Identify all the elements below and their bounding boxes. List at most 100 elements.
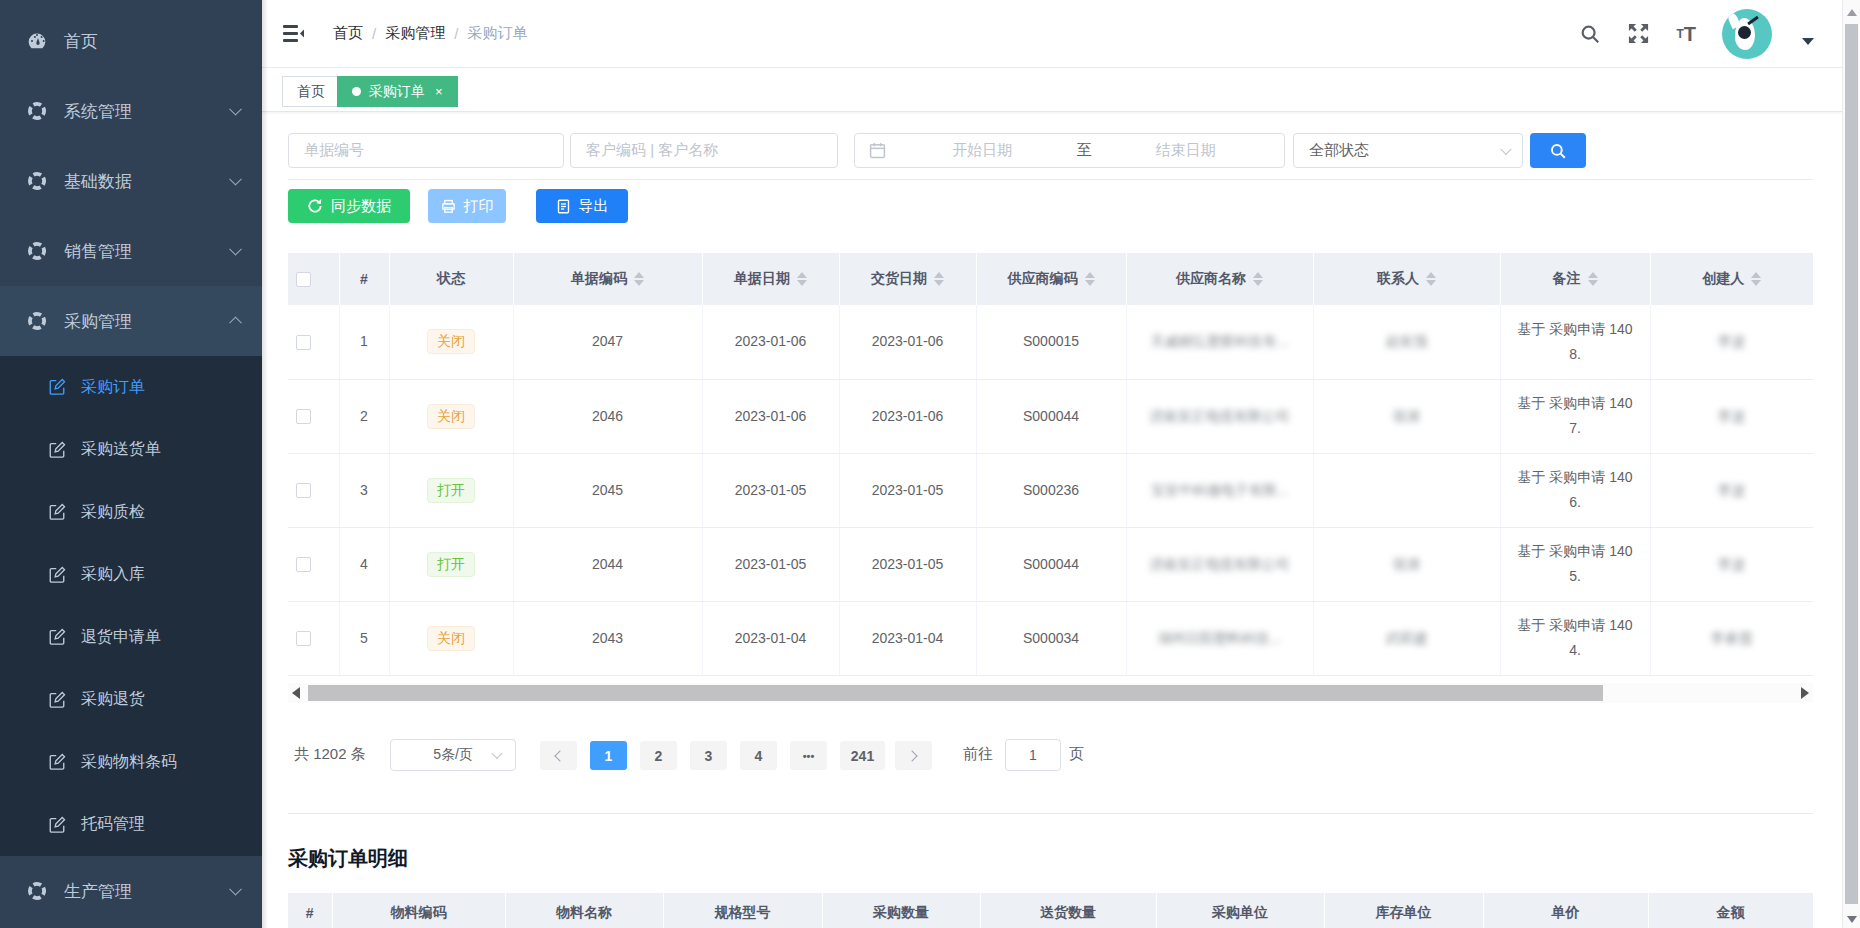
tab-home[interactable]: 首页: [282, 76, 340, 107]
page-button-241[interactable]: 241: [840, 741, 885, 770]
page-button-2[interactable]: 2: [640, 741, 677, 770]
breadcrumb-item[interactable]: 首页: [333, 24, 363, 43]
table-row[interactable]: 3打开20452023-01-052023-01-05S000236宝安中科微电…: [288, 453, 1813, 527]
submenu-item-3[interactable]: 采购入库: [0, 544, 262, 607]
row-checkbox[interactable]: [296, 631, 311, 646]
sort-icon[interactable]: [1751, 272, 1761, 286]
order-no-input[interactable]: 单据编号: [288, 133, 564, 168]
column-header-delivery_date[interactable]: 交货日期: [839, 253, 976, 305]
h-scroll-thumb[interactable]: [308, 685, 1603, 701]
close-tab-icon[interactable]: ×: [435, 85, 443, 98]
sidebar-item-1[interactable]: 系统管理: [0, 76, 262, 146]
column-header-remark[interactable]: 备注: [1500, 253, 1650, 305]
row-checkbox[interactable]: [296, 335, 311, 350]
search-button[interactable]: [1530, 133, 1586, 168]
status-select[interactable]: 全部状态: [1293, 133, 1523, 168]
goto-page-input[interactable]: 1: [1005, 739, 1061, 771]
table-row[interactable]: 4打开20442023-01-052023-01-05S000044济南安正电缆…: [288, 527, 1813, 601]
submenu-item-4[interactable]: 退货申请单: [0, 606, 262, 669]
next-page-button[interactable]: [895, 741, 932, 770]
sort-icon[interactable]: [797, 272, 807, 286]
column-header-date[interactable]: 单据日期: [702, 253, 839, 305]
row-checkbox[interactable]: [296, 557, 311, 572]
submenu-item-6[interactable]: 采购物料条码: [0, 731, 262, 794]
avatar[interactable]: [1722, 9, 1772, 59]
column-header-index: #: [339, 253, 389, 305]
page-ellipsis[interactable]: •••: [790, 741, 827, 770]
sidebar-item-5[interactable]: 生产管理: [0, 856, 262, 926]
submenu-item-7[interactable]: 托码管理: [0, 794, 262, 857]
sort-icon[interactable]: [1426, 272, 1436, 286]
detail-column-header: 物料名称: [505, 893, 663, 928]
page-button-4[interactable]: 4: [740, 741, 777, 770]
submenu-item-5[interactable]: 采购退货: [0, 669, 262, 732]
horizontal-scrollbar[interactable]: [288, 683, 1813, 703]
sort-icon[interactable]: [1085, 272, 1095, 286]
date-range-picker[interactable]: 开始日期 至 结束日期: [854, 133, 1285, 168]
cell-code: 2043: [513, 601, 702, 675]
fullscreen-icon[interactable]: [1627, 22, 1650, 45]
customer-input[interactable]: 客户编码 | 客户名称: [570, 133, 838, 168]
submenu-item-0[interactable]: 采购订单: [0, 356, 262, 419]
cell-date: 2023-01-04: [702, 601, 839, 675]
page-scrollbar[interactable]: [1842, 0, 1860, 928]
submenu-item-2[interactable]: 采购质检: [0, 481, 262, 544]
tab-purchase-order[interactable]: 采购订单×: [337, 76, 458, 107]
sidebar-item-3[interactable]: 销售管理: [0, 216, 262, 286]
column-header-code[interactable]: 单据编码: [513, 253, 702, 305]
sidebar-item-4[interactable]: 采购管理: [0, 286, 262, 356]
tags-view-bar: 首页 采购订单×: [262, 68, 1842, 112]
v-scroll-thumb[interactable]: [1845, 24, 1858, 904]
page-button-1[interactable]: 1: [590, 741, 627, 770]
detail-column-header: 金额: [1648, 893, 1813, 928]
row-checkbox[interactable]: [296, 483, 311, 498]
sidebar-item-2[interactable]: 基础数据: [0, 146, 262, 216]
cell-supplier_name: 宝安中科微电子有限...: [1126, 453, 1313, 527]
edit-icon: [48, 753, 66, 771]
start-date-input[interactable]: 开始日期: [894, 141, 1071, 160]
cell-remark: 基于 采购申请 1405.: [1500, 527, 1650, 601]
end-date-input[interactable]: 结束日期: [1098, 141, 1275, 160]
table-row[interactable]: 2关闭20462023-01-062023-01-06S000044济南安正电缆…: [288, 379, 1813, 453]
scroll-right-icon[interactable]: [1801, 687, 1809, 699]
scroll-left-icon[interactable]: [292, 687, 300, 699]
cell-creator: 李波: [1650, 305, 1813, 379]
submenu-item-1[interactable]: 采购送货单: [0, 419, 262, 482]
table-row[interactable]: 5关闭20432023-01-042023-01-04S000034湖州日阳塑料…: [288, 601, 1813, 675]
sort-icon[interactable]: [1253, 272, 1263, 286]
breadcrumb-separator: /: [372, 25, 376, 42]
page-size-select[interactable]: 5条/页: [390, 739, 516, 771]
column-header-contact[interactable]: 联系人: [1313, 253, 1500, 305]
column-header-supplier_name[interactable]: 供应商名称: [1126, 253, 1313, 305]
scroll-up-icon[interactable]: [1847, 9, 1857, 16]
cell-status: 打开: [389, 453, 513, 527]
table-row[interactable]: 1关闭20472023-01-062023-01-06S000015天威精弘塑胶…: [288, 305, 1813, 379]
sidebar-item-label: 销售管理: [64, 240, 132, 263]
sort-icon[interactable]: [1588, 272, 1598, 286]
detail-column-header: #: [288, 893, 332, 928]
search-icon[interactable]: [1579, 23, 1601, 45]
font-size-icon[interactable]: TT: [1676, 24, 1696, 44]
export-button[interactable]: 导出: [536, 189, 628, 223]
scroll-down-icon[interactable]: [1847, 916, 1857, 923]
goto-label: 前往: [963, 745, 993, 764]
select-all-checkbox[interactable]: [296, 272, 311, 287]
cell-delivery_date: 2023-01-05: [839, 527, 976, 601]
sidebar-item-label: 采购管理: [64, 310, 132, 333]
column-header-supplier_code[interactable]: 供应商编码: [976, 253, 1126, 305]
sidebar-item-0[interactable]: 首页: [0, 6, 262, 76]
user-menu-caret-icon[interactable]: [1802, 38, 1814, 45]
header-actions: TT: [1579, 0, 1814, 67]
sort-icon[interactable]: [634, 272, 644, 286]
column-header-creator[interactable]: 创建人: [1650, 253, 1813, 305]
page-button-3[interactable]: 3: [690, 741, 727, 770]
breadcrumb-item[interactable]: 采购管理: [385, 24, 445, 43]
hamburger-icon[interactable]: [283, 25, 304, 42]
cell-creator: 李波: [1650, 527, 1813, 601]
prev-page-button[interactable]: [540, 741, 577, 770]
print-button[interactable]: 打印: [428, 189, 506, 223]
row-checkbox[interactable]: [296, 409, 311, 424]
status-badge: 关闭: [427, 626, 475, 651]
sort-icon[interactable]: [934, 272, 944, 286]
sync-data-button[interactable]: 同步数据: [288, 189, 410, 223]
